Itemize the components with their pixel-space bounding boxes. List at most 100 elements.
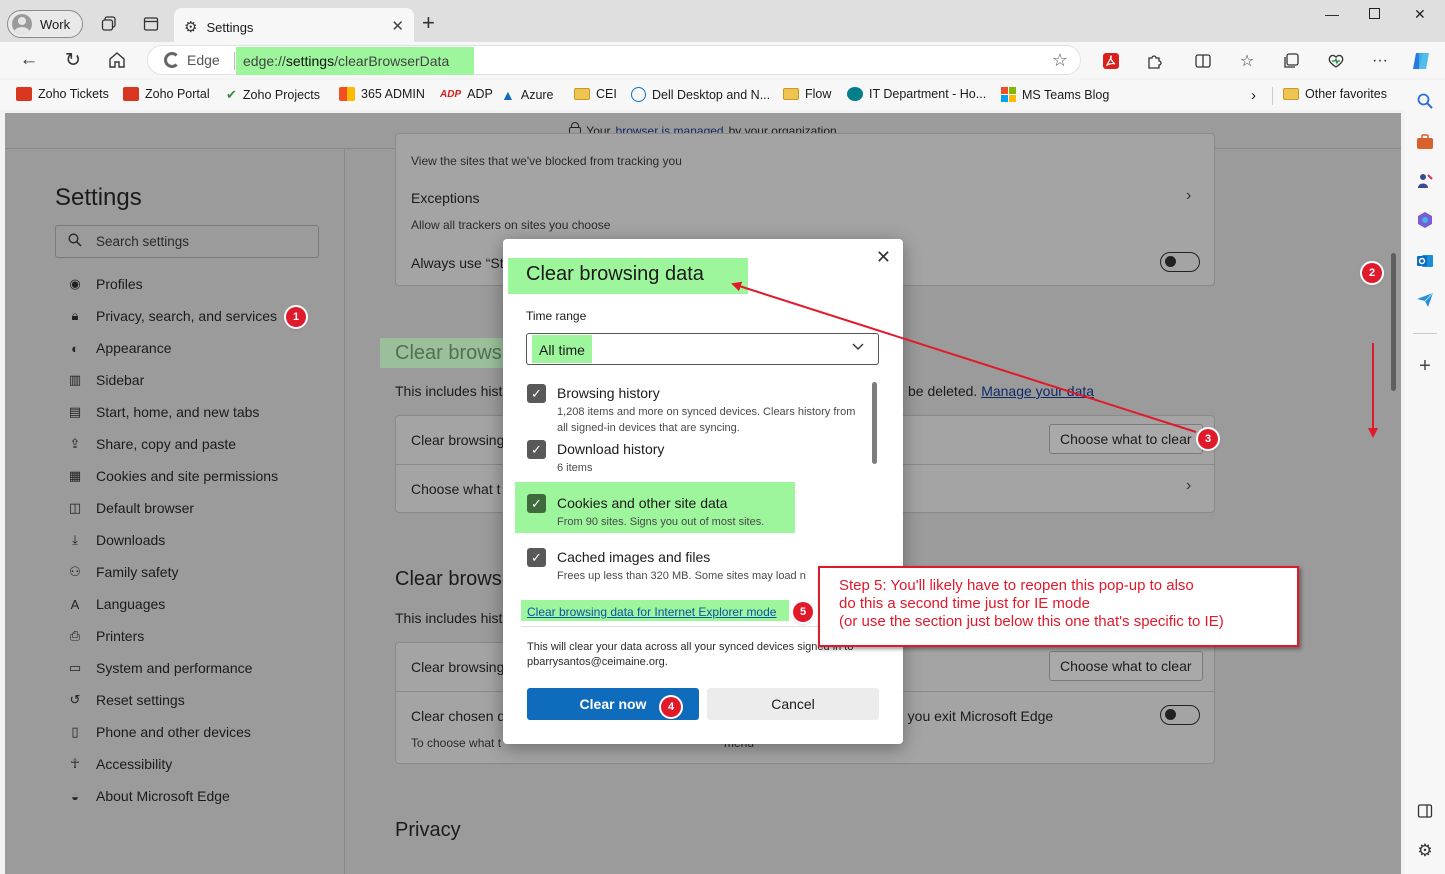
printer-icon: ⎙ — [69, 628, 81, 643]
nav-item-languages[interactable]: A Languages — [67, 596, 166, 612]
nav-item-about[interactable]: ◒ About Microsoft Edge — [67, 788, 230, 804]
favorite-365-admin[interactable]: 365 ADMIN — [339, 87, 425, 101]
nav-item-reset[interactable]: ↺ Reset settings — [67, 692, 185, 708]
sidebar-settings-gear-icon[interactable]: ⚙ — [1414, 840, 1436, 862]
maximize-icon[interactable] — [1369, 6, 1380, 22]
nav-item-accessibility[interactable]: ☥ Accessibility — [67, 756, 172, 772]
page-scrollbar[interactable] — [1391, 253, 1396, 391]
nav-item-share-copy[interactable]: ⇪ Share, copy and paste — [67, 436, 237, 452]
favorite-zoho-projects[interactable]: ✔ Zoho Projects — [226, 87, 320, 103]
tab-actions-icon[interactable] — [139, 12, 163, 36]
manage-data-link[interactable]: Manage your data — [981, 383, 1094, 399]
favorites-icon[interactable]: ☆ — [1236, 50, 1258, 72]
games-icon[interactable] — [1414, 170, 1436, 192]
close-window-icon[interactable]: ✕ — [1414, 6, 1426, 23]
time-range-value: All time — [539, 342, 585, 358]
nav-item-appearance[interactable]: ◐ Appearance — [67, 340, 172, 356]
step-badge-1: 1 — [286, 307, 306, 327]
nav-item-family-safety[interactable]: ⚇ Family safety — [67, 564, 178, 580]
checkbox-cached-images[interactable]: ✓ — [527, 548, 546, 567]
nav-item-profiles[interactable]: ◉ Profiles — [67, 276, 142, 292]
favorite-zoho-portal[interactable]: Zoho Portal — [123, 87, 210, 101]
more-menu-icon[interactable]: ··· — [1369, 50, 1391, 72]
extensions-icon[interactable] — [1144, 50, 1166, 72]
nav-item-sidebar[interactable]: ▥ Sidebar — [67, 372, 144, 388]
favorite-zoho-tickets[interactable]: Zoho Tickets — [16, 87, 109, 101]
checkbox-cookies[interactable]: ✓ — [527, 494, 546, 513]
hide-sidebar-icon[interactable] — [1414, 800, 1436, 822]
language-icon: A — [70, 596, 80, 612]
url-text[interactable]: edge://settings/clearBrowserData — [243, 53, 449, 69]
chevron-right-icon[interactable]: › — [1251, 87, 1256, 104]
dialog-scrollbar[interactable] — [872, 382, 877, 464]
refresh-icon[interactable]: ↻ — [60, 48, 86, 72]
split-screen-icon[interactable] — [1192, 50, 1214, 72]
favorite-flow[interactable]: Flow — [783, 87, 831, 101]
step-badge-2: 2 — [1362, 263, 1382, 283]
close-tab-icon[interactable]: ✕ — [391, 17, 404, 35]
nav-item-downloads[interactable]: ⤓ Downloads — [67, 532, 165, 548]
browser-essentials-icon[interactable] — [1325, 50, 1347, 72]
azure-icon: ▲ — [501, 87, 515, 103]
nav-item-printers[interactable]: ⎙ Printers — [67, 628, 144, 644]
favorite-adp[interactable]: ADP ADP — [440, 87, 493, 101]
clear-ie-heading: Clear brows — [395, 568, 502, 590]
other-favorites[interactable]: Other favorites — [1283, 87, 1387, 101]
workspaces-icon[interactable] — [97, 12, 121, 36]
tab-settings[interactable]: ⚙ Settings ✕ — [174, 8, 414, 46]
outlook-icon[interactable] — [1414, 250, 1436, 272]
copilot-icon[interactable] — [1410, 50, 1432, 72]
nav-item-cookies[interactable]: ▦ Cookies and site permissions — [67, 468, 278, 484]
nav-item-default-browser[interactable]: ◫ Default browser — [67, 500, 194, 516]
cei-icon — [123, 87, 139, 101]
profile-button[interactable]: Work — [7, 10, 83, 38]
nav-label: Appearance — [96, 340, 172, 356]
new-tab-button[interactable]: + — [422, 12, 435, 34]
favorite-star-icon[interactable]: ☆ — [1052, 50, 1068, 71]
nav-label: Printers — [96, 628, 145, 644]
always-use-toggle[interactable] — [1160, 252, 1200, 272]
back-icon[interactable]: ← — [16, 48, 42, 72]
tabs-icon: ▤ — [68, 404, 82, 419]
exceptions-row[interactable]: Exceptions — [411, 190, 479, 206]
acrobat-icon[interactable] — [1100, 50, 1122, 72]
home-icon[interactable] — [104, 48, 130, 72]
choose-what-to-clear-ie-button[interactable]: Choose what to clear — [1049, 651, 1203, 681]
checkbox-download-history[interactable]: ✓ — [527, 440, 546, 459]
address-bar[interactable]: Edge edge://settings/clearBrowserData ☆ — [147, 45, 1081, 75]
clear-chosen-row: Clear chosen d — [411, 708, 506, 724]
nav-item-phone[interactable]: ▯ Phone and other devices — [67, 724, 251, 740]
time-range-select[interactable]: All time — [526, 333, 879, 365]
checkbox-browsing-history[interactable]: ✓ — [527, 384, 546, 403]
favorite-azure[interactable]: ▲ Azure — [501, 87, 554, 103]
collections-icon[interactable] — [1280, 50, 1302, 72]
nav-label: Phone and other devices — [96, 724, 251, 740]
minimize-icon[interactable]: — — [1325, 6, 1339, 22]
chevron-right-icon[interactable]: › — [1186, 477, 1191, 495]
nav-item-privacy[interactable]: 🔒︎ Privacy, search, and services — [67, 308, 278, 324]
clear-on-exit-toggle[interactable] — [1160, 705, 1200, 725]
m365-icon[interactable] — [1414, 209, 1436, 231]
search-icon[interactable] — [1414, 90, 1436, 112]
choose-on-close-row[interactable]: Choose what t — [411, 481, 501, 497]
favorite-it-department[interactable]: IT Department - Ho... — [847, 87, 986, 101]
favorite-label: Azure — [520, 88, 554, 102]
tools-icon[interactable] — [1414, 131, 1436, 153]
choose-what-to-clear-button[interactable]: Choose what to clear — [1049, 424, 1203, 454]
settings-search-input[interactable]: Search settings — [55, 225, 319, 258]
nav-item-start-home[interactable]: ▤ Start, home, and new tabs — [67, 404, 260, 420]
laptop-icon: ▭ — [68, 660, 82, 675]
add-icon[interactable]: + — [1414, 355, 1436, 377]
cancel-button[interactable]: Cancel — [707, 688, 879, 720]
clear-ie-mode-link[interactable]: Clear browsing data for Internet Explore… — [527, 605, 776, 619]
favorite-ms-teams-blog[interactable]: MS Teams Blog — [1001, 87, 1109, 102]
nav-item-system[interactable]: ▭ System and performance — [67, 660, 253, 676]
option-title: Cookies and other site data — [557, 495, 728, 511]
favorite-cei[interactable]: CEI — [574, 87, 617, 101]
close-icon[interactable]: ✕ — [876, 247, 891, 268]
tab-title: Settings — [206, 19, 254, 35]
edge-sidebar: + ⚙ — [1405, 80, 1445, 874]
favorite-dell[interactable]: Dell Desktop and N... — [631, 87, 770, 102]
drop-icon[interactable] — [1414, 289, 1436, 311]
chevron-right-icon[interactable]: › — [1186, 187, 1191, 205]
